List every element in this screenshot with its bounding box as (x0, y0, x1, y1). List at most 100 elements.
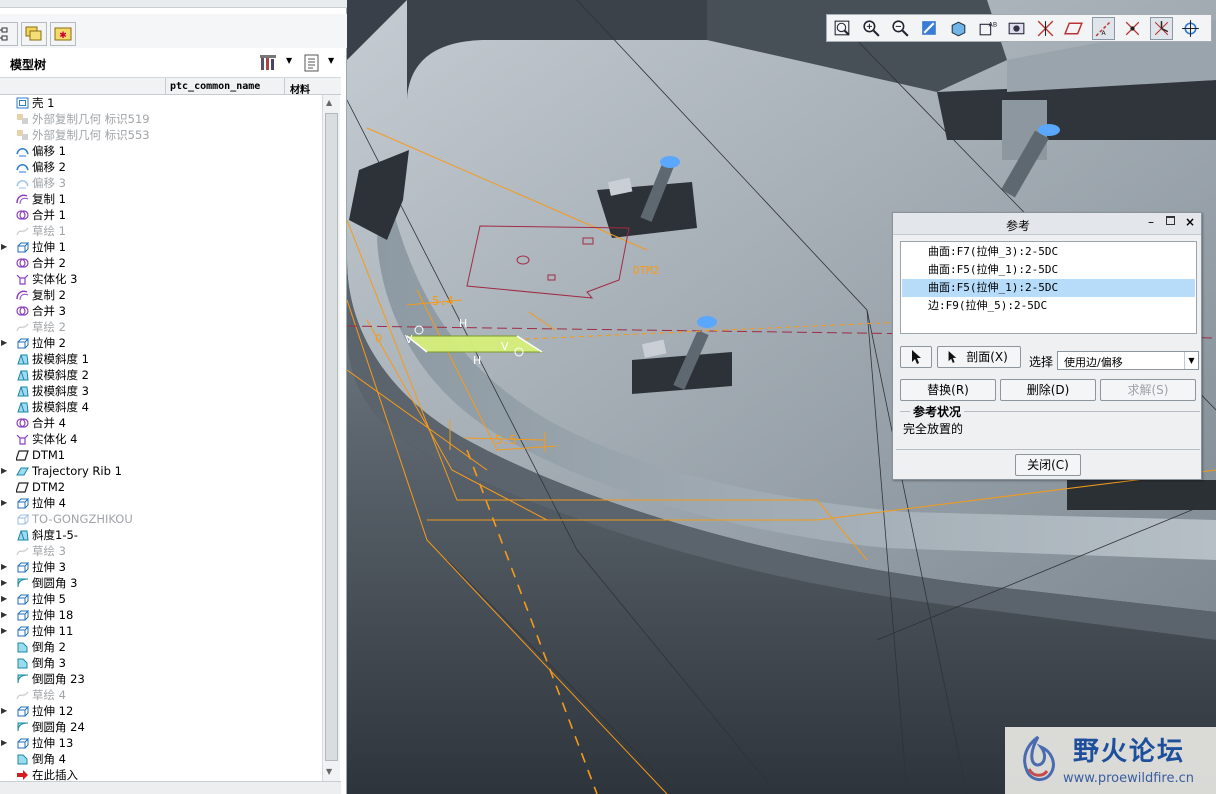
tree-item[interactable]: ▶ 拉伸 4 (0, 495, 322, 511)
toolbar-button-repaint[interactable] (918, 17, 941, 40)
toolbar-button-spin-center[interactable] (1179, 17, 1202, 40)
tree-item[interactable]: ▶ 拉伸 1 (0, 239, 322, 255)
tree-item[interactable]: 外部复制几何 标识519 (0, 111, 322, 127)
expand-arrow-icon[interactable]: ▶ (1, 559, 9, 575)
tree-item[interactable]: ▶ 拉伸 5 (0, 591, 322, 607)
tree-item[interactable]: 实体化 4 (0, 431, 322, 447)
references-list[interactable]: 曲面:F7(拉伸_3):2-5DC 曲面:F5(拉伸_1):2-5DC 曲面:F5(… (900, 241, 1197, 334)
tree-item[interactable]: 偏移 3 (0, 175, 322, 191)
toolbar-button-zoom-out[interactable] (889, 17, 912, 40)
expand-arrow-icon[interactable]: ▶ (1, 591, 9, 607)
tree-item[interactable]: 草绘 3 (0, 543, 322, 559)
settings-tools-icon[interactable] (258, 53, 280, 73)
tree-item[interactable]: 外部复制几何 标识553 (0, 127, 322, 143)
toolbar-button-saved-views[interactable]: AB (976, 17, 999, 40)
tree-item[interactable]: ▶ 拉伸 13 (0, 735, 322, 751)
expand-arrow-icon[interactable]: ▶ (1, 239, 9, 255)
tab-favorites[interactable]: ✱ (50, 22, 76, 46)
toolbar-button-datum-axis-display[interactable]: A (1092, 17, 1115, 40)
expand-arrow-icon[interactable]: ▶ (1, 607, 9, 623)
reference-item[interactable]: 曲面:F7(拉伸_3):2-5DC (902, 243, 1195, 261)
reference-item[interactable]: 曲面:F5(拉伸_1):2-5DC (902, 279, 1195, 297)
scroll-down-icon[interactable]: ▼ (326, 767, 332, 776)
tree-item[interactable]: 合并 2 (0, 255, 322, 271)
replace-button[interactable]: 替换(R) (900, 379, 996, 401)
column-material[interactable]: 材料 (290, 81, 310, 96)
settings-dropdown-icon[interactable]: ▼ (286, 56, 292, 65)
close-button[interactable]: 关闭(C) (1015, 454, 1081, 476)
reference-item[interactable]: 曲面:F5(拉伸_1):2-5DC (902, 261, 1195, 279)
chevron-down-icon[interactable]: ▼ (1184, 352, 1198, 369)
select-pointer-button[interactable] (900, 346, 932, 368)
tree-item[interactable]: 草绘 2 (0, 319, 322, 335)
tree-item[interactable]: 偏移 1 (0, 143, 322, 159)
column-ptc-common-name[interactable]: ptc_common_name (170, 81, 260, 92)
tree-item[interactable]: ▶ 拉伸 2 (0, 335, 322, 351)
expand-arrow-icon[interactable]: ▶ (1, 623, 9, 639)
section-button[interactable]: 剖面(X) (937, 346, 1021, 368)
tree-item[interactable]: ▶ 倒圆角 3 (0, 575, 322, 591)
expand-arrow-icon[interactable]: ▶ (1, 575, 9, 591)
tree-item[interactable]: ▶ 拉伸 3 (0, 559, 322, 575)
tree-vertical-scrollbar[interactable]: ▲ ▼ (322, 95, 340, 781)
tab-model-tree[interactable] (0, 22, 18, 46)
tree-item[interactable]: 倒角 3 (0, 655, 322, 671)
tree-item[interactable]: ▶ 拉伸 11 (0, 623, 322, 639)
expand-arrow-icon[interactable]: ▶ (1, 495, 9, 511)
toolbar-button-datum-plane-display[interactable] (1063, 17, 1086, 40)
expand-arrow-icon[interactable]: ▶ (1, 735, 9, 751)
tree-item[interactable]: 实体化 3 (0, 271, 322, 287)
scrollbar-thumb[interactable] (325, 113, 338, 761)
tree-item[interactable]: ▶ 拉伸 12 (0, 703, 322, 719)
toolbar-button-shading[interactable] (1005, 17, 1028, 40)
tree-item[interactable]: TO-GONGZHIKOU (0, 511, 322, 527)
tree-item[interactable]: 复制 1 (0, 191, 322, 207)
dimension-top[interactable]: 5.4 (432, 294, 454, 308)
maximize-icon[interactable] (1166, 216, 1175, 225)
tree-item[interactable]: 合并 1 (0, 207, 322, 223)
dimension-bottom[interactable]: 5.5 (495, 433, 517, 447)
tree-item[interactable]: 合并 4 (0, 415, 322, 431)
tree-item[interactable]: 斜度1-5- (0, 527, 322, 543)
tree-item[interactable]: 拔模斜度 2 (0, 367, 322, 383)
reference-item[interactable]: 边:F9(拉伸_5):2-5DC (902, 297, 1195, 315)
tree-item[interactable]: ▶ Trajectory Rib 1 (0, 463, 322, 479)
tree-item[interactable]: 拔模斜度 1 (0, 351, 322, 367)
expand-arrow-icon[interactable]: ▶ (1, 703, 9, 719)
tab-folder-browser[interactable] (21, 22, 47, 46)
expand-arrow-icon[interactable]: ▶ (1, 463, 9, 479)
dimension-left[interactable]: 0 (375, 332, 382, 345)
tree-item[interactable]: ▶ 拉伸 18 (0, 607, 322, 623)
tree-item[interactable]: 草绘 4 (0, 687, 322, 703)
tree-item[interactable]: 合并 3 (0, 303, 322, 319)
tree-item[interactable]: DTM2 (0, 479, 322, 495)
tree-horizontal-scrollbar[interactable] (0, 781, 341, 794)
toolbar-button-view-orient[interactable] (947, 17, 970, 40)
tree-item[interactable]: 拔模斜度 4 (0, 399, 322, 415)
tree-item[interactable]: 偏移 2 (0, 159, 322, 175)
toolbar-button-point-display[interactable] (1121, 17, 1144, 40)
tree-item[interactable]: 倒圆角 24 (0, 719, 322, 735)
tree-item[interactable]: DTM1 (0, 447, 322, 463)
tree-item[interactable]: 倒角 2 (0, 639, 322, 655)
tree-item[interactable]: 拔模斜度 3 (0, 383, 322, 399)
minimize-icon[interactable]: – (1148, 215, 1154, 229)
show-options-icon[interactable] (302, 53, 322, 73)
tree-item[interactable]: 复制 2 (0, 287, 322, 303)
show-dropdown-icon[interactable]: ▼ (328, 56, 334, 65)
toolbar-button-zoom-in[interactable] (860, 17, 883, 40)
tree-item[interactable]: 壳 1 (0, 95, 322, 111)
tree-item[interactable]: 倒圆角 23 (0, 671, 322, 687)
tree-item[interactable]: 在此插入 (0, 767, 322, 781)
toolbar-button-csys-display[interactable] (1150, 17, 1173, 40)
solve-button[interactable]: 求解(S) (1100, 379, 1196, 401)
toolbar-button-refit[interactable] (831, 17, 854, 40)
dialog-titlebar[interactable]: 参考 – × (893, 213, 1201, 235)
tree-item[interactable]: 草绘 1 (0, 223, 322, 239)
select-mode-dropdown[interactable]: 使用边/偏移 ▼ (1057, 351, 1199, 370)
tree-item[interactable]: 倒角 4 (0, 751, 322, 767)
expand-arrow-icon[interactable]: ▶ (1, 335, 9, 351)
delete-button[interactable]: 删除(D) (1000, 379, 1096, 401)
close-icon[interactable]: × (1185, 215, 1195, 229)
toolbar-button-datum-display[interactable] (1034, 17, 1057, 40)
